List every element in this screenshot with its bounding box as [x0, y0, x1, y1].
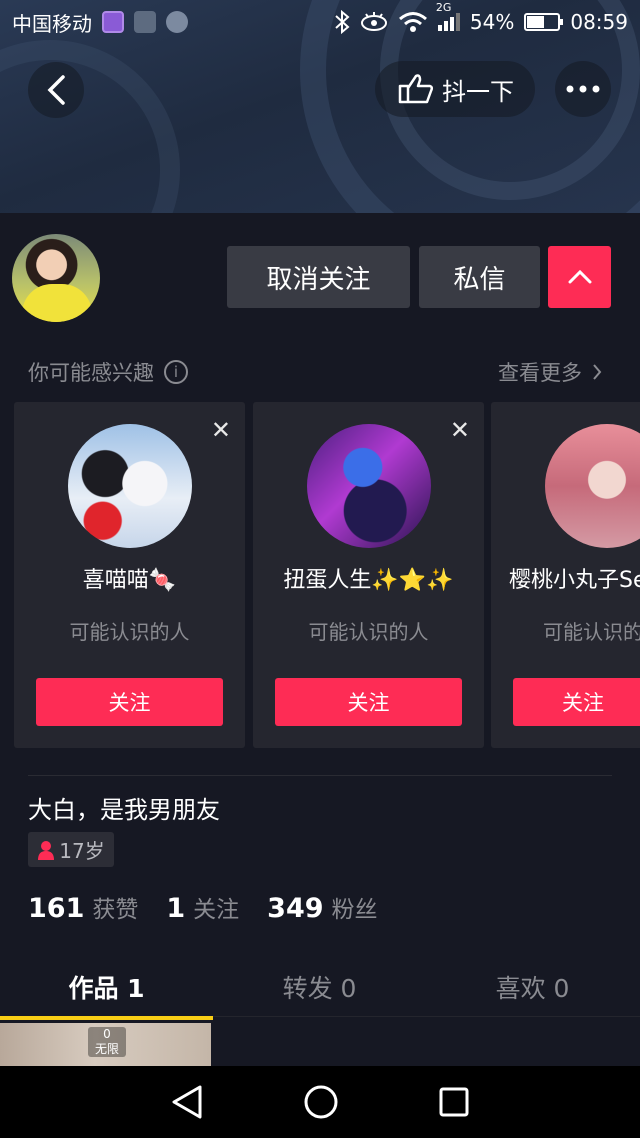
unfollow-button[interactable]: 取消关注 [227, 246, 410, 308]
message-button[interactable]: 私信 [419, 246, 540, 308]
stat-likes: 161 获赞 [28, 890, 138, 924]
chevron-right-icon [593, 364, 602, 380]
stat-followers[interactable]: 349 粉丝 [267, 890, 377, 924]
signal-icon: 2G [436, 1, 460, 31]
recommendation-card[interactable]: 樱桃小丸子Se 可能认识的 关注 [491, 402, 640, 748]
video-tag: 无限 [94, 1042, 119, 1056]
user-relation: 可能认识的人 [308, 620, 429, 644]
user-avatar[interactable] [545, 424, 640, 548]
age-label: 17岁 [59, 839, 105, 863]
video-count: 0 [103, 1027, 111, 1041]
network-type: 2G [435, 1, 452, 14]
unfollow-label: 取消关注 [266, 264, 371, 295]
shake-label: 抖一下 [442, 77, 514, 106]
recommendations-title: 你可能感兴趣 i [28, 357, 188, 387]
tab-likes[interactable]: 喜欢 0 [426, 969, 639, 1005]
section-divider [28, 775, 612, 776]
stat-value: 349 [267, 893, 324, 924]
see-more-label: 查看更多 [498, 361, 582, 385]
content-tabs: 作品 1 转发 0 喜欢 0 [0, 955, 640, 1017]
user-name[interactable]: 樱桃小丸子Se [509, 562, 640, 594]
video-thumbnail[interactable]: 0 无限 [0, 1023, 211, 1068]
age-badge: 17岁 [28, 832, 114, 867]
stat-following[interactable]: 1 关注 [166, 890, 239, 924]
active-tab-indicator [0, 1016, 213, 1020]
battery-percent: 54% [469, 10, 515, 34]
more-options-button[interactable] [555, 61, 611, 117]
recommendation-card[interactable]: ✕ 喜喵喵🍬 可能认识的人 关注 [14, 402, 245, 748]
recommendations-title-text: 你可能感兴趣 [28, 361, 154, 385]
dismiss-icon[interactable]: ✕ [450, 416, 470, 444]
tab-reposts[interactable]: 转发 0 [213, 969, 426, 1005]
follow-label: 关注 [108, 691, 151, 715]
notification-app-icon [102, 11, 124, 33]
pointing-hand-icon [398, 74, 434, 104]
female-icon [38, 840, 55, 860]
see-more-link[interactable]: 查看更多 [498, 357, 602, 387]
back-button[interactable] [28, 62, 84, 118]
stat-value: 161 [28, 893, 85, 924]
user-name[interactable]: 喜喵喵🍬 [14, 562, 245, 594]
chevron-up-icon [568, 270, 591, 284]
info-icon[interactable]: i [164, 360, 188, 384]
profile-stats: 161 获赞 1 关注 349 粉丝 [28, 890, 378, 924]
battery-icon [524, 13, 564, 31]
stat-value: 1 [166, 893, 186, 924]
profile-signature: 大白，是我男朋友 [28, 796, 220, 824]
dismiss-icon[interactable]: ✕ [211, 416, 231, 444]
wifi-icon [398, 12, 427, 32]
clock: 08:59 [570, 10, 628, 34]
stat-label: 关注 [193, 897, 240, 923]
follow-button[interactable]: 关注 [275, 678, 462, 726]
back-triangle-icon[interactable] [170, 1084, 204, 1120]
recommendation-card[interactable]: ✕ 扭蛋人生✨⭐✨ 可能认识的人 关注 [253, 402, 484, 748]
chevron-left-icon [47, 75, 65, 105]
collapse-recommendations-button[interactable] [548, 246, 611, 308]
notification-avatar-icon [166, 11, 188, 33]
user-relation: 可能认识的 [543, 620, 640, 644]
user-avatar[interactable] [307, 424, 431, 548]
user-name[interactable]: 扭蛋人生✨⭐✨ [253, 562, 484, 594]
follow-label: 关注 [347, 691, 390, 715]
video-badge: 0 无限 [88, 1027, 126, 1057]
status-bar: 中国移动 2G 54% 08:59 [0, 0, 640, 44]
system-navigation-bar [0, 1066, 640, 1138]
stat-label: 获赞 [92, 897, 139, 923]
bluetooth-icon [335, 10, 350, 34]
tab-works[interactable]: 作品 1 [0, 969, 213, 1005]
shake-button[interactable]: 抖一下 [375, 61, 535, 117]
message-label: 私信 [453, 264, 506, 295]
recents-square-icon[interactable] [438, 1086, 470, 1118]
ellipsis-icon [566, 85, 600, 93]
user-relation: 可能认识的人 [69, 620, 190, 644]
follow-label: 关注 [562, 691, 604, 715]
stat-label: 粉丝 [331, 897, 378, 923]
follow-button[interactable]: 关注 [36, 678, 223, 726]
user-avatar[interactable] [68, 424, 192, 548]
home-circle-icon[interactable] [303, 1084, 339, 1120]
profile-avatar[interactable] [12, 234, 100, 322]
follow-button[interactable]: 关注 [513, 678, 640, 726]
notification-image-icon [134, 11, 156, 33]
carrier-label: 中国移动 [12, 11, 92, 36]
eye-comfort-icon [360, 12, 387, 31]
